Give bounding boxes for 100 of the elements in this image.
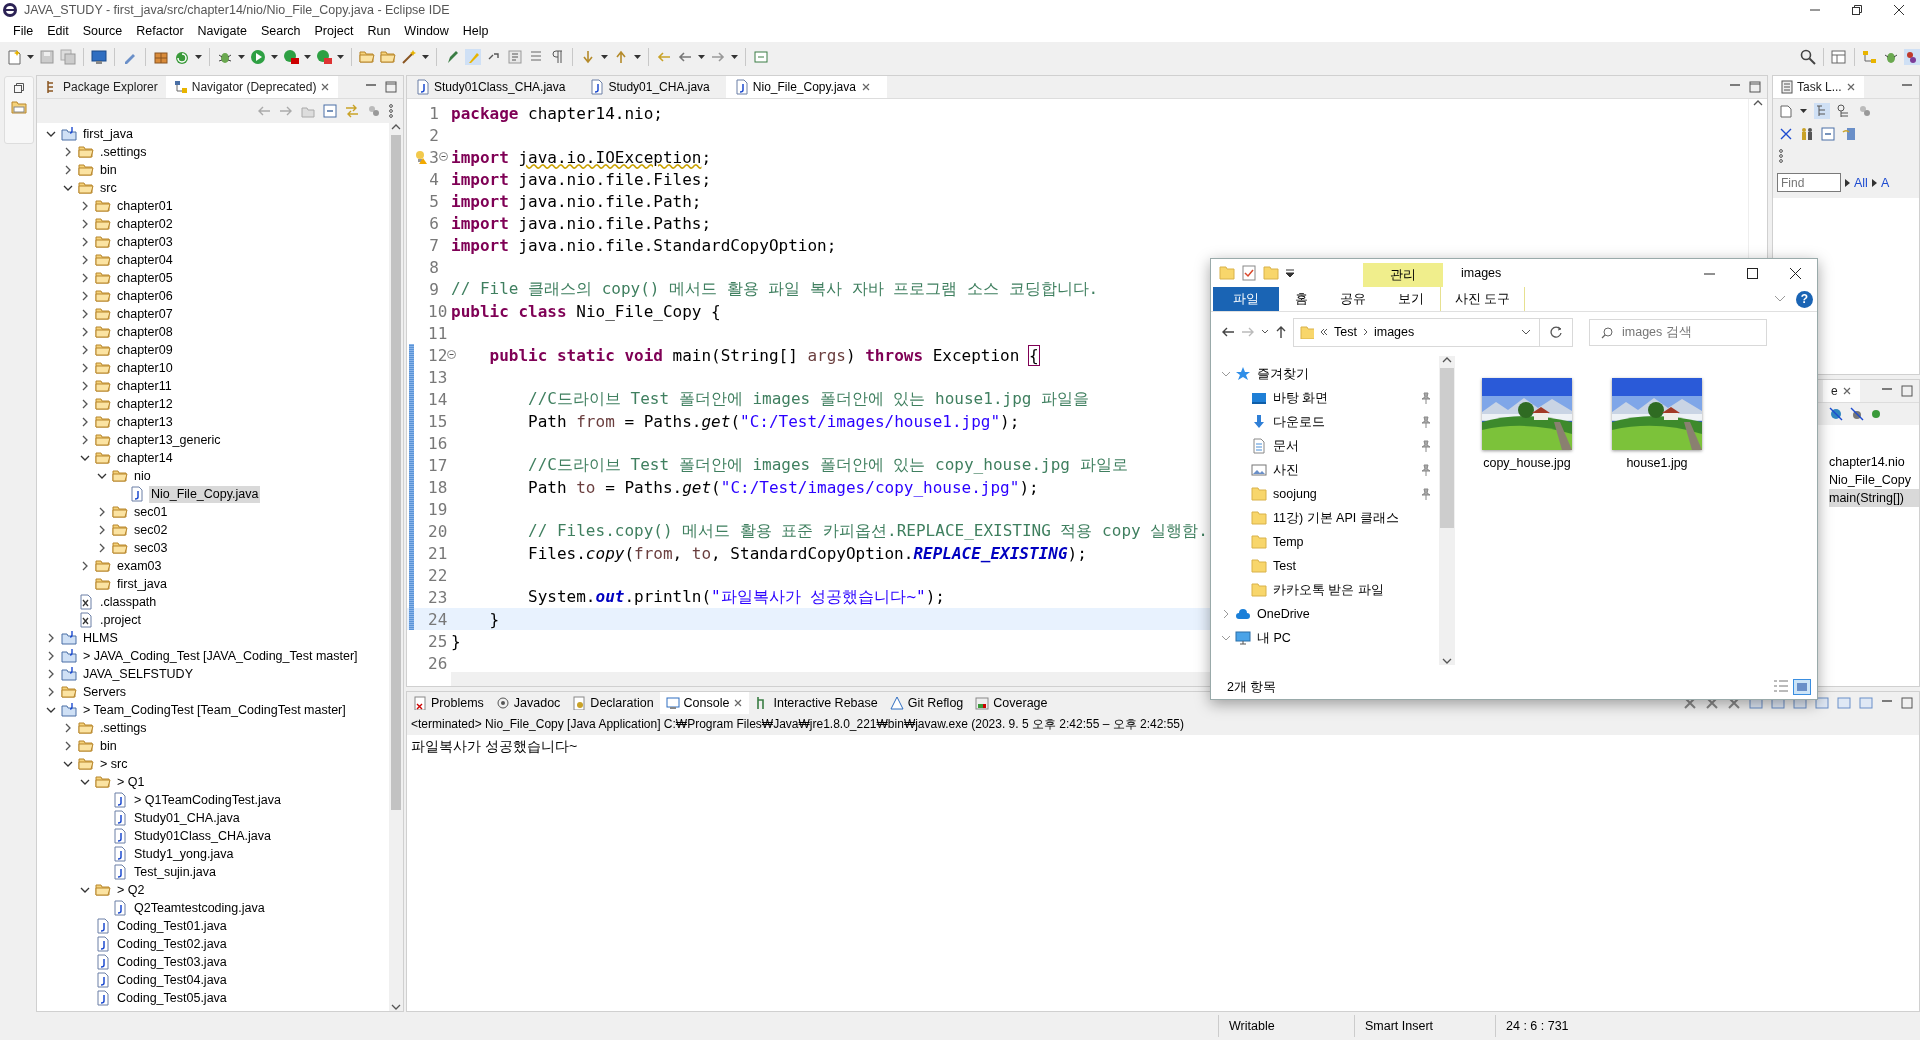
nav-item[interactable]: 카카오톡 받은 파일 — [1273, 582, 1384, 597]
tree-item[interactable]: .settings — [98, 719, 149, 737]
dropdown-icon[interactable] — [731, 55, 738, 59]
panel-tab[interactable]: Git Reflog — [883, 692, 970, 714]
java-perspective-icon[interactable] — [1904, 49, 1920, 65]
close-icon[interactable] — [1790, 267, 1801, 279]
menu-item[interactable]: Help — [455, 24, 496, 38]
dropdown-icon[interactable] — [304, 55, 311, 59]
pin-icon[interactable] — [1421, 464, 1431, 476]
nav-item[interactable]: 즐겨찾기 — [1257, 366, 1309, 381]
paragraph-icon[interactable] — [549, 49, 565, 65]
properties-icon[interactable] — [1241, 265, 1257, 281]
tree-item[interactable]: sec03 — [132, 539, 170, 557]
view-tab[interactable]: Task L... — [1773, 76, 1864, 98]
tree-item[interactable]: Study01_CHA.java — [132, 809, 242, 827]
up-arrow-icon[interactable] — [1275, 325, 1287, 339]
people-icon[interactable] — [1800, 127, 1814, 141]
tree-item[interactable]: exam03 — [115, 557, 164, 575]
tree-item[interactable]: > src — [98, 755, 130, 773]
menu-item[interactable]: Window — [397, 24, 456, 38]
editor-tab[interactable]: Study01Class_CHA.java — [407, 76, 582, 98]
horizontal-scrollbar[interactable] — [451, 672, 1211, 686]
tree-item[interactable]: chapter13_generic — [115, 431, 223, 449]
hide-non-public-icon[interactable] — [1829, 407, 1843, 421]
tree-item[interactable]: src — [98, 179, 119, 197]
more-options-icon[interactable] — [389, 104, 393, 118]
tree-item[interactable]: > Team_CodingTest [Team_CodingTest master] — [81, 701, 348, 719]
dropdown-icon[interactable] — [634, 55, 641, 59]
scrollbar[interactable] — [1439, 356, 1455, 665]
tree-item[interactable]: chapter11 — [115, 377, 174, 395]
breadcrumb[interactable]: images — [1373, 325, 1415, 339]
view-tab[interactable]: Package Explorer — [37, 76, 166, 98]
close-icon[interactable] — [1894, 5, 1904, 15]
tree-item[interactable]: first_java — [115, 575, 170, 593]
tree-item[interactable]: sec02 — [132, 521, 170, 539]
hide-static-icon[interactable] — [1850, 407, 1864, 421]
tree-item[interactable]: Coding_Test04.java — [115, 971, 229, 989]
help-button[interactable]: ? — [1796, 290, 1813, 308]
tree-item[interactable]: chapter07 — [115, 305, 175, 323]
dropdown-icon[interactable] — [601, 55, 608, 59]
tree-item[interactable]: HLMS — [81, 629, 120, 647]
pin-icon[interactable] — [1421, 416, 1431, 428]
external-tool-icon[interactable] — [316, 49, 332, 65]
scroll-up-icon[interactable] — [391, 123, 401, 131]
nav-item[interactable]: 사진 — [1273, 462, 1299, 477]
panel-tab[interactable]: Declaration — [566, 692, 660, 714]
scheduled-icon[interactable] — [1837, 104, 1851, 118]
nav-item[interactable]: 문서 — [1273, 438, 1299, 453]
ribbon-tab[interactable]: 파일 — [1213, 287, 1279, 311]
tree-item[interactable]: Study1_yong.java — [132, 845, 236, 863]
next-annotation-icon[interactable] — [580, 49, 596, 65]
tree-item[interactable]: Coding_Test01.java — [115, 917, 229, 935]
tree-item[interactable]: bin — [98, 161, 119, 179]
tree-item[interactable]: chapter02 — [115, 215, 175, 233]
nav-item[interactable]: 내 PC — [1257, 630, 1291, 645]
tree-item[interactable]: > Q2 — [115, 881, 147, 899]
panel-tab[interactable]: Problems — [407, 692, 490, 714]
nav-item[interactable]: 다운로드 — [1273, 414, 1325, 429]
terminal-icon[interactable] — [91, 49, 107, 65]
scroll-down-icon[interactable] — [1442, 657, 1452, 665]
pin-icon[interactable] — [1421, 440, 1431, 452]
nav-item[interactable]: OneDrive — [1257, 607, 1310, 621]
menu-item[interactable]: Refactor — [129, 24, 191, 38]
tree-item[interactable]: chapter13 — [115, 413, 175, 431]
tree-item[interactable]: sec01 — [132, 503, 170, 521]
tree-item[interactable]: > Q1 — [115, 773, 147, 791]
ribbon-tab[interactable]: 사진 도구 — [1440, 287, 1526, 311]
scrollbar[interactable] — [389, 123, 403, 1011]
tree-item[interactable]: > JAVA_Coding_Test [JAVA_Coding_Test master] — [81, 647, 360, 665]
more-options-icon[interactable] — [1779, 149, 1783, 163]
perspective-icon[interactable] — [1831, 49, 1847, 65]
ribbon-tab[interactable]: 보기 — [1382, 287, 1440, 311]
panel-tab[interactable]: Javadoc — [489, 692, 567, 714]
git-repository-icon[interactable] — [11, 99, 27, 115]
menu-item[interactable]: Search — [253, 24, 308, 38]
tree-item[interactable]: chapter01 — [115, 197, 175, 215]
search-field[interactable]: images 검색 — [1589, 318, 1767, 346]
find-field[interactable]: Find — [1777, 173, 1841, 192]
collapse-all-icon[interactable] — [323, 104, 337, 118]
tree-item[interactable]: chapter09 — [115, 341, 175, 359]
customize-dropdown-icon[interactable] — [1285, 268, 1295, 278]
ribbon-tab[interactable]: 공유 — [1324, 287, 1382, 311]
expand-toggle-icon[interactable] — [1221, 369, 1231, 379]
nav-item[interactable]: soojung — [1273, 487, 1317, 501]
tree-item[interactable]: chapter14 — [115, 449, 175, 467]
pin-icon[interactable] — [1421, 392, 1431, 404]
refresh-icon[interactable] — [1550, 326, 1562, 338]
menu-item[interactable]: Navigate — [190, 24, 254, 38]
dropdown-icon[interactable] — [238, 55, 245, 59]
dropdown-icon[interactable] — [698, 55, 705, 59]
refresh-icon[interactable] — [174, 49, 190, 65]
restore-view-icon[interactable] — [14, 83, 24, 93]
menu-item[interactable]: Edit — [40, 24, 76, 38]
scroll-down-icon[interactable] — [391, 1003, 401, 1011]
scroll-up-icon[interactable] — [1442, 356, 1452, 364]
wand-icon[interactable] — [401, 49, 417, 65]
nav-item[interactable]: 바탕 화면 — [1273, 390, 1329, 405]
new-task-icon[interactable] — [1779, 104, 1793, 118]
breadcrumb[interactable]: Test — [1334, 325, 1357, 339]
run-coverage-icon[interactable] — [283, 49, 299, 65]
